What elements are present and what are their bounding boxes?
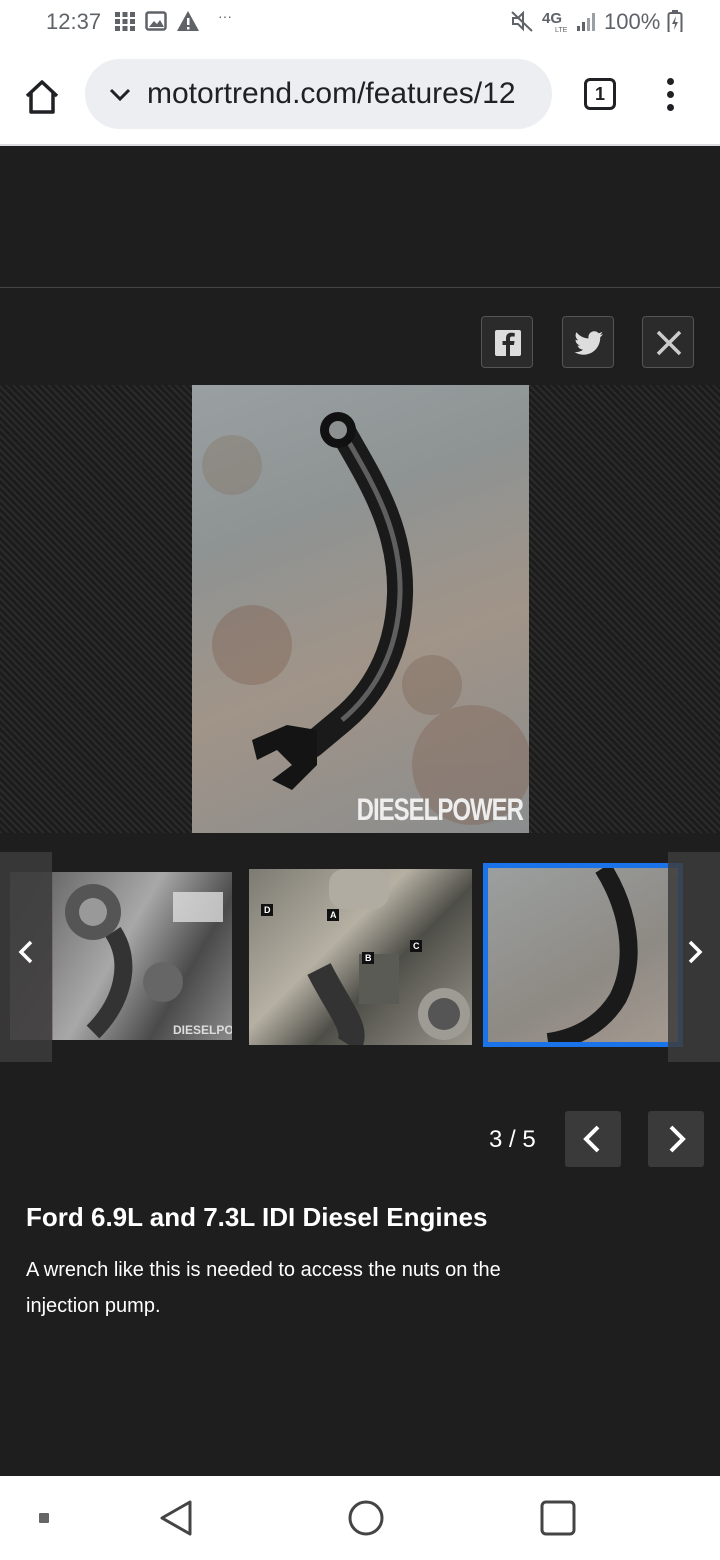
thumb-watermark: DIESELPOWER xyxy=(173,1023,232,1037)
chevron-down-icon[interactable] xyxy=(107,81,133,107)
gallery-viewer[interactable]: DIESELPOWER xyxy=(0,385,720,833)
apps-grid-icon xyxy=(115,12,135,31)
engine-labeled-photo: D A B C xyxy=(261,869,470,1045)
thumbnail-current[interactable] xyxy=(483,863,683,1047)
next-image-button[interactable] xyxy=(648,1111,704,1167)
thumbnail-3[interactable]: D A B C xyxy=(249,869,472,1045)
more-menu-icon[interactable] xyxy=(660,78,680,112)
close-icon xyxy=(656,330,682,356)
mute-icon xyxy=(511,10,533,32)
label-c: C xyxy=(413,941,420,951)
more-notifications-icon: ··· xyxy=(218,8,232,24)
recent-apps-icon[interactable] xyxy=(538,1498,578,1538)
home-nav-icon[interactable] xyxy=(346,1498,386,1538)
thumbnail-next-button[interactable] xyxy=(668,852,720,1062)
facebook-icon xyxy=(495,330,521,356)
wrench-thumbnail xyxy=(546,868,638,1042)
image-icon xyxy=(145,11,167,31)
twitter-icon xyxy=(574,331,603,355)
chevron-left-icon xyxy=(583,1125,600,1153)
system-navigation-bar xyxy=(0,1476,720,1560)
image-counter: 3 / 5 xyxy=(489,1126,536,1153)
ad-placeholder xyxy=(0,146,720,288)
label-d: D xyxy=(264,905,271,915)
label-b: B xyxy=(365,953,372,963)
battery-charging-icon xyxy=(667,10,683,32)
thumbnail-2[interactable]: DIESELPOWER xyxy=(53,872,232,1040)
engine-photo: DIESELPOWER xyxy=(65,884,232,1039)
network-subtype: LTE xyxy=(555,27,568,34)
prev-image-button[interactable] xyxy=(565,1111,621,1167)
wrench-photo xyxy=(202,412,532,825)
facebook-share-button[interactable] xyxy=(481,316,533,368)
url-text[interactable]: motortrend.com/features/12 xyxy=(147,77,516,111)
clock: 12:37 xyxy=(46,9,102,34)
signal-icon xyxy=(577,13,595,31)
warning-icon xyxy=(177,11,199,31)
close-gallery-button[interactable] xyxy=(642,316,694,368)
status-bar: 12:37 ··· 4G LTE 100% xyxy=(0,0,720,44)
address-bar[interactable]: motortrend.com/features/12 xyxy=(85,59,552,129)
home-icon[interactable] xyxy=(22,77,62,117)
thumbnail-prev-button[interactable] xyxy=(0,852,52,1062)
gallery-title: Ford 6.9L and 7.3L IDI Diesel Engines xyxy=(26,1202,488,1232)
recent-dot-icon xyxy=(39,1513,49,1523)
network-type: 4G xyxy=(542,10,563,27)
tab-switcher-button[interactable]: 1 xyxy=(584,78,616,110)
thumbnail-strip: DIESELPOWER D A B C xyxy=(0,852,720,1062)
chevron-left-icon xyxy=(18,940,33,964)
chevron-right-icon xyxy=(688,940,703,964)
browser-toolbar: motortrend.com/features/12 1 xyxy=(0,44,720,146)
chevron-right-icon xyxy=(669,1125,686,1153)
gallery-caption: A wrench like this is needed to access t… xyxy=(26,1259,501,1317)
battery-percentage: 100% xyxy=(604,9,661,34)
back-icon[interactable] xyxy=(156,1498,196,1538)
label-a: A xyxy=(330,910,337,920)
gallery-main-image[interactable]: DIESELPOWER xyxy=(192,385,532,833)
photo-watermark: DIESELPOWER xyxy=(356,792,524,828)
twitter-share-button[interactable] xyxy=(562,316,614,368)
